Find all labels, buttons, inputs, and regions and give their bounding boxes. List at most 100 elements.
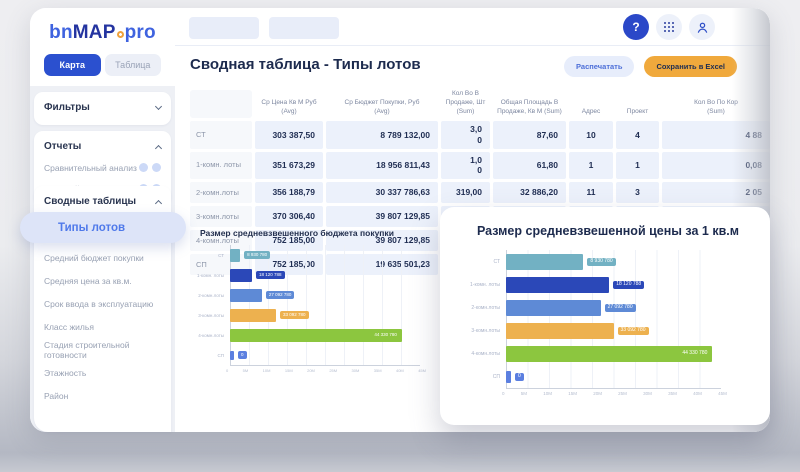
save-excel-button[interactable]: Сохранить в Excel [644, 56, 737, 77]
sidebar-item-label: Средний бюджет покупки [44, 253, 144, 263]
data-bar[interactable] [506, 300, 601, 316]
data-bar[interactable] [230, 351, 234, 360]
row-label-cell: 2-комн.лоты [190, 182, 252, 203]
y-axis-label: 3-комн.лоты [460, 328, 506, 334]
topbar-placeholder-2[interactable] [269, 17, 339, 39]
data-bar[interactable] [506, 323, 614, 339]
table-cell: 3 [616, 182, 659, 203]
user-icon [695, 20, 710, 35]
x-tick-label: 40М [693, 391, 702, 396]
filters-toggle[interactable]: Фильтры [44, 99, 161, 118]
sidebar-item-pivot[interactable]: Класс жилья [44, 315, 161, 338]
table-cell: 61,80 [493, 152, 566, 179]
price-chart-card: Размер средневзвешенной цены за 1 кв.м СТ… [440, 207, 770, 425]
column-header: Ср Бюджет Покупки, Руб (Avg) [326, 90, 438, 118]
bar-value-badge: 0 [515, 373, 524, 381]
data-bar[interactable] [230, 249, 240, 262]
bar-area: 44 330 780 [230, 329, 420, 342]
bar-value-badge: 18 120 788 [613, 281, 644, 289]
sidebar-item-label: Стадия строительной готовности [44, 340, 161, 360]
x-tick-label: 0 [502, 391, 505, 396]
pivot-section-header[interactable]: Сводные таблицы [44, 193, 161, 212]
sidebar-item-pivot[interactable]: Средняя цена за кв.м. [44, 269, 161, 292]
x-tick-label: 20М [307, 368, 315, 373]
title-actions: Распечатать Сохранить в Excel [564, 56, 737, 77]
sidebar-item-label: Этажность [44, 368, 86, 378]
logo-text-map: MAP [73, 22, 116, 43]
sidebar-item-report[interactable]: Сравнительный анализ [44, 157, 161, 178]
bar-value-badge: 18 120 788 [256, 271, 285, 279]
topbar: ? [175, 8, 770, 46]
bar-area: 18 120 788 [230, 269, 420, 282]
table-cell: 351 673,29 [255, 152, 323, 179]
sidebar-item-pivot[interactable]: Этажность [44, 361, 161, 384]
table-cell: 303 387,50 [255, 121, 323, 148]
pivot-item-list: Средний бюджет покупки Средняя цена за кв… [44, 246, 161, 407]
user-button[interactable] [689, 14, 715, 40]
reports-section-header[interactable]: Отчеты [44, 138, 161, 157]
x-tick-label: 30М [643, 391, 652, 396]
x-tick-label: 40М [396, 368, 404, 373]
y-axis-label: 2-комн.лоты [190, 293, 230, 298]
x-tick-label: 25М [618, 391, 627, 396]
data-bar[interactable] [506, 254, 583, 270]
chart-bar-row: 3-комн.лоты 33 092 780 [460, 319, 756, 342]
data-bar[interactable] [230, 309, 276, 322]
report-badges [139, 163, 161, 172]
bar-value-badge: 0 [238, 351, 247, 359]
sidebar-item-pivot[interactable]: Стадия строительной готовности [44, 338, 161, 361]
data-bar[interactable]: 44 330 780 [506, 346, 712, 362]
filters-card: Фильтры [34, 92, 171, 125]
sidebar-item-label: Класс жилья [44, 322, 94, 332]
bar-area: 33 092 780 [506, 323, 721, 339]
apps-grid-button[interactable] [656, 14, 682, 40]
chevron-down-icon [155, 103, 162, 110]
x-axis-ticks: 05М10М15М20М25М30М35М40М45М [502, 391, 727, 396]
chevron-up-icon [155, 144, 162, 151]
bar-value-badge: 44 330 780 [679, 350, 710, 358]
sidebar-item-pivot[interactable]: Средний бюджет покупки [44, 246, 161, 269]
grid-dots-icon [664, 22, 667, 25]
bar-value-badge: 27 092 780 [266, 291, 295, 299]
bar-value-badge: 8 930 780 [244, 251, 270, 259]
chart-title: Размер средневзвешенной цены за 1 кв.м [460, 224, 756, 238]
data-bar[interactable] [506, 277, 609, 293]
sidebar-item-pivot[interactable]: Район [44, 384, 161, 407]
topbar-placeholder-1[interactable] [189, 17, 259, 39]
chevron-up-icon [155, 199, 162, 206]
y-axis-label: СТ [460, 259, 506, 265]
help-button[interactable]: ? [623, 14, 649, 40]
y-axis-label: СП [190, 353, 230, 358]
chart-plot: СТ8 930 7801-комн. лоты18 120 7882-комн.… [460, 250, 756, 388]
table-cell: 8 789 132,00 [326, 121, 438, 148]
tab-table[interactable]: Таблица [105, 54, 162, 76]
column-header: Адрес [569, 90, 613, 118]
data-bar[interactable] [230, 269, 252, 282]
table-cell: 319,00 [441, 182, 490, 203]
bar-value-badge: 33 092 780 [618, 327, 649, 335]
table-cell: 87,60 [493, 121, 566, 148]
chart-bar-row: 2-комн.лоты27 092 780 [460, 296, 756, 319]
print-button[interactable]: Распечатать [564, 56, 634, 77]
tab-map[interactable]: Карта [44, 54, 101, 76]
column-header [190, 90, 252, 118]
table-header-row: Ср Цена Кв М Руб (Avg)Ср Бюджет Покупки,… [190, 90, 770, 118]
data-bar[interactable] [230, 289, 262, 302]
sidebar-item-pivot[interactable]: Срок ввода в эксплуатацию [44, 292, 161, 315]
chart-bar-row: 1-комн. лоты18 120 788 [460, 273, 756, 296]
y-axis-label: 4-комн.лоты [460, 351, 506, 357]
badge-dot-icon [152, 163, 161, 172]
y-axis-line [506, 250, 507, 388]
chart-bar-row: СП0 [460, 365, 756, 388]
sidebar-item-label: Средняя цена за кв.м. [44, 276, 132, 286]
sidebar-item-lot-types-active[interactable]: Типы лотов [20, 212, 186, 243]
sidebar-item-label: Срок ввода в эксплуатацию [44, 299, 153, 309]
table-cell: 2 05 [662, 182, 770, 203]
app-logo: bnMAPpro [40, 22, 165, 44]
data-bar[interactable]: 44 330 780 [230, 329, 402, 342]
bar-area: 44 330 780 [506, 346, 721, 362]
bar-area: 8 930 780 [230, 249, 420, 262]
y-axis-label: 2-комн.лоты [460, 305, 506, 311]
data-bar[interactable] [506, 371, 511, 383]
filters-label: Фильтры [44, 102, 90, 113]
